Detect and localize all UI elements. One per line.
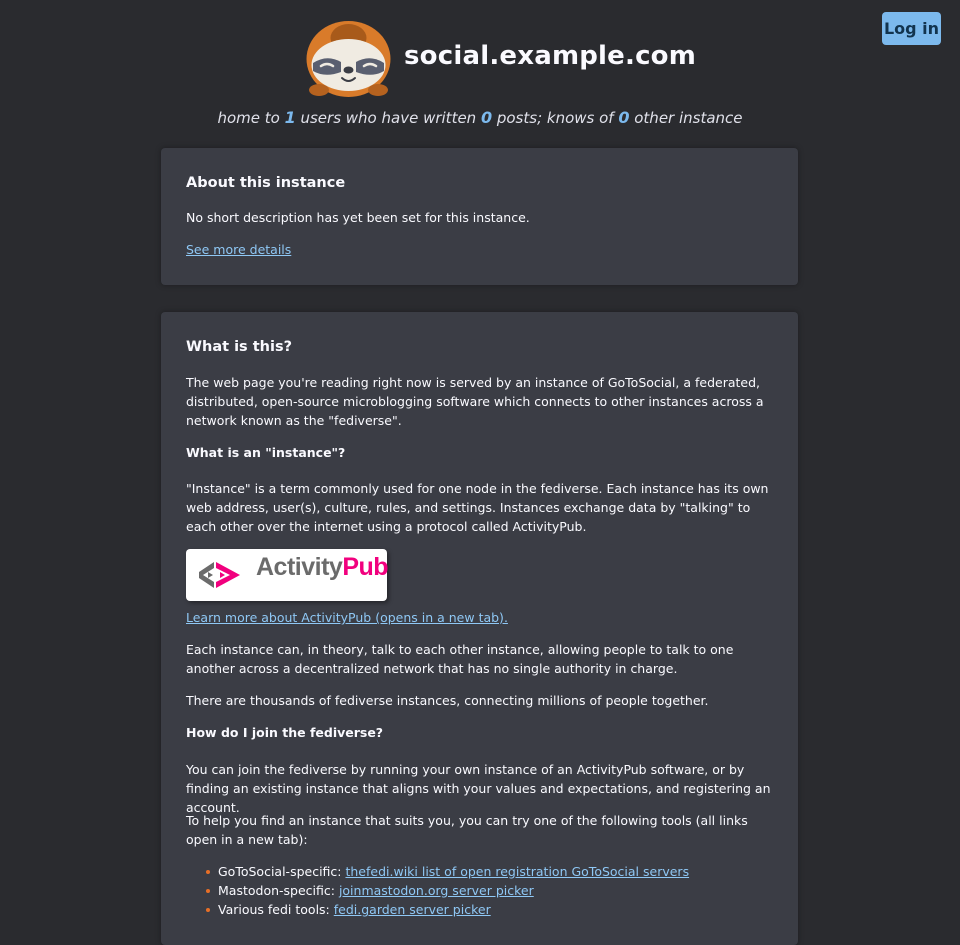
site-title: social.example.com bbox=[404, 41, 697, 71]
see-more-details-link[interactable]: See more details bbox=[186, 242, 291, 257]
thefedi-wiki-link[interactable]: thefedi.wiki list of open registration G… bbox=[345, 864, 689, 879]
user-count: 1 bbox=[284, 108, 296, 127]
activitypub-link[interactable]: Learn more about ActivityPub (opens in a… bbox=[186, 610, 508, 625]
instance-stats: home to 1 users who have written 0 posts… bbox=[217, 108, 743, 127]
joinmastodon-link[interactable]: joinmastodon.org server picker bbox=[339, 883, 534, 898]
instance-heading: What is an "instance"? bbox=[186, 445, 346, 460]
what-is-this-section: What is this? The web page you're readin… bbox=[161, 312, 798, 945]
instance-text: "Instance" is a term commonly used for o… bbox=[186, 481, 769, 534]
sloth-logo-icon bbox=[306, 21, 391, 97]
site-header: social.example.com bbox=[0, 18, 960, 98]
talk-text: Each instance can, in theory, talk to ea… bbox=[186, 642, 734, 676]
post-count: 0 bbox=[480, 108, 493, 127]
list-item: GoToSocial-specific: thefedi.wiki list o… bbox=[206, 862, 689, 881]
what-heading: What is this? bbox=[186, 339, 292, 355]
tools-list: GoToSocial-specific: thefedi.wiki list o… bbox=[186, 862, 689, 919]
instance-count: 0 bbox=[618, 108, 630, 127]
fedi-garden-link[interactable]: fedi.garden server picker bbox=[334, 902, 491, 917]
thousands-text: There are thousands of fediverse instanc… bbox=[186, 693, 709, 708]
list-item: Mastodon-specific: joinmastodon.org serv… bbox=[206, 881, 689, 900]
join-heading: How do I join the fediverse? bbox=[186, 725, 384, 740]
activitypub-icon bbox=[199, 562, 240, 588]
list-item: Various fedi tools: fedi.garden server p… bbox=[206, 900, 689, 919]
help-text: To help you find an instance that suits … bbox=[186, 813, 748, 847]
about-heading: About this instance bbox=[186, 175, 346, 191]
about-description: No short description has yet been set fo… bbox=[186, 210, 530, 225]
activitypub-logo: ActivityPub bbox=[186, 549, 389, 601]
about-section: About this instance No short description… bbox=[161, 148, 798, 285]
intro-text: The web page you're reading right now is… bbox=[186, 375, 764, 428]
join-text: You can join the fediverse by running yo… bbox=[186, 762, 771, 815]
